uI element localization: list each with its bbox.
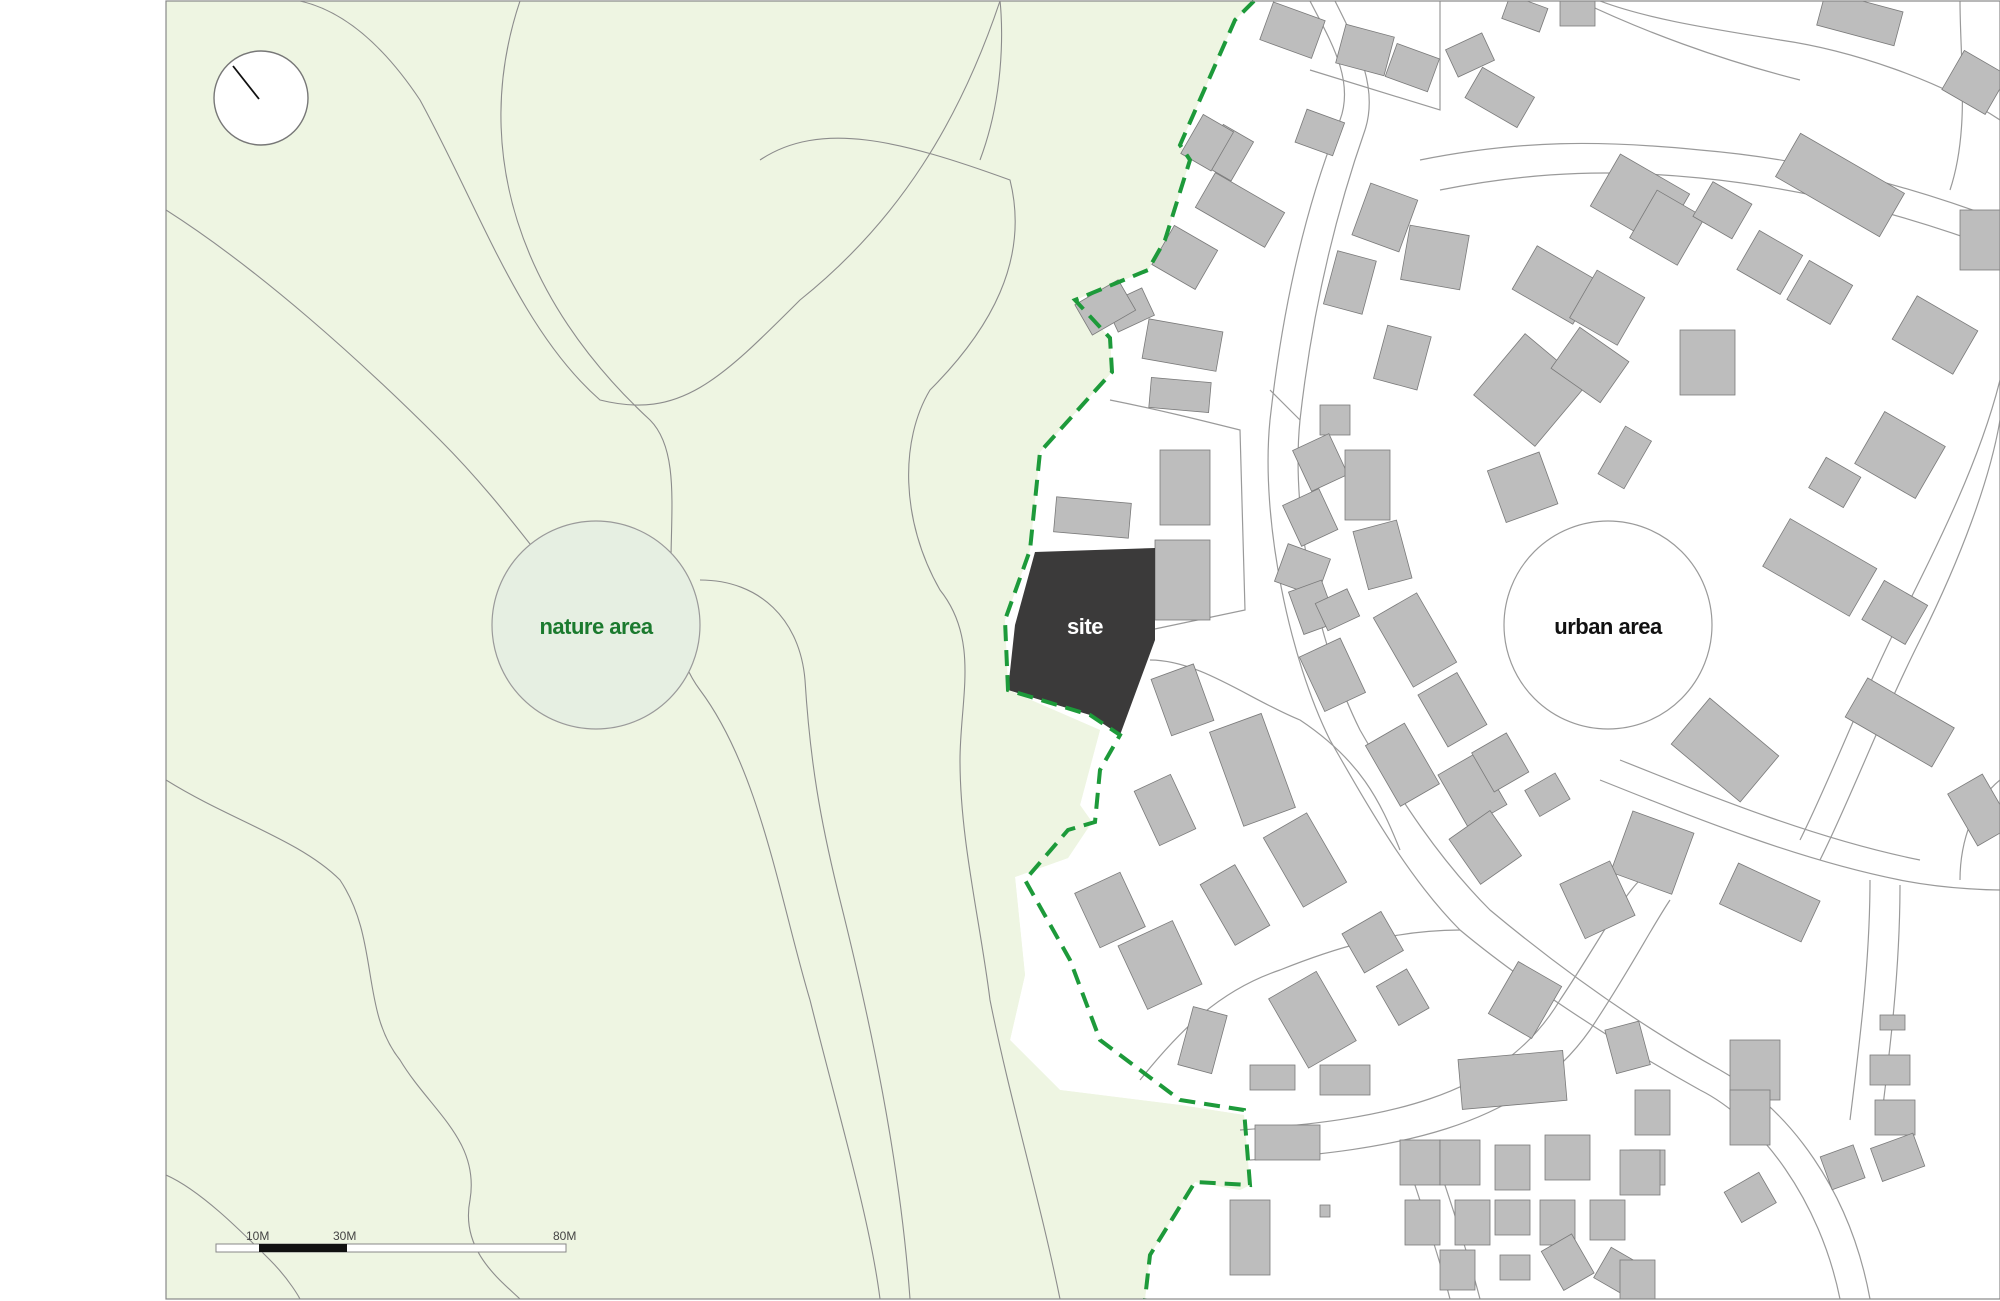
scale-tick-30m: 30M [333, 1229, 356, 1243]
building [1319, 1064, 1371, 1096]
building [1322, 250, 1377, 315]
building [1774, 132, 1906, 238]
building [1544, 1134, 1591, 1181]
building [1141, 318, 1224, 372]
site-plan-map: nature area urban area site 10M 30M 80M [165, 0, 2000, 1300]
building [1154, 539, 1211, 621]
building [1879, 1014, 1906, 1031]
building [1352, 519, 1413, 591]
building [1861, 579, 1929, 645]
building [1074, 871, 1146, 949]
building [1487, 960, 1563, 1040]
building [1159, 449, 1211, 526]
building [1619, 1149, 1661, 1196]
building [1869, 1132, 1926, 1182]
building [1729, 1089, 1771, 1146]
building [1819, 1144, 1866, 1191]
building [1816, 1, 1904, 47]
building [1199, 864, 1271, 946]
building [1262, 812, 1348, 908]
building [1854, 410, 1946, 500]
building [1457, 1050, 1568, 1110]
building [1292, 433, 1349, 492]
building [1399, 1139, 1441, 1186]
building [1053, 496, 1132, 539]
site-label: site [1067, 614, 1103, 639]
building [1209, 712, 1296, 827]
building [1373, 324, 1432, 391]
building [1692, 181, 1753, 240]
building [1177, 1006, 1228, 1075]
building [1610, 810, 1695, 895]
building [1400, 224, 1470, 291]
building [1229, 1199, 1271, 1276]
building [1344, 449, 1391, 521]
building [1762, 518, 1878, 617]
building [1341, 910, 1404, 974]
building [1298, 637, 1367, 713]
building [1282, 488, 1339, 547]
building [1249, 1064, 1296, 1091]
building [1148, 377, 1212, 413]
building [1454, 1199, 1491, 1246]
building [1597, 425, 1653, 490]
building [1439, 1139, 1481, 1186]
building [1634, 1089, 1671, 1136]
building [1679, 329, 1736, 396]
building [1786, 259, 1854, 325]
building [1589, 1199, 1626, 1241]
building [1486, 451, 1559, 524]
building [1448, 809, 1523, 885]
building [1844, 677, 1955, 768]
building [1959, 209, 2000, 271]
building [1723, 1171, 1777, 1224]
urban-area-zone: urban area [1053, 1, 2000, 1299]
building [1150, 663, 1215, 737]
building [1464, 66, 1536, 129]
building [1501, 1, 1549, 33]
scale-tick-10m: 10M [246, 1229, 269, 1243]
building [1133, 773, 1197, 847]
building [1294, 108, 1346, 157]
building [1619, 1259, 1656, 1299]
building [1417, 671, 1488, 748]
building [1736, 229, 1804, 295]
building [1494, 1144, 1531, 1191]
building [1494, 1199, 1531, 1236]
building [1874, 1099, 1916, 1136]
scale-tick-80m: 80M [553, 1229, 576, 1243]
building [1335, 23, 1395, 77]
nature-area-label: nature area [539, 614, 653, 639]
building [1947, 773, 2000, 847]
building [1808, 456, 1862, 509]
building [1524, 772, 1571, 818]
building [1891, 295, 1979, 375]
building [1384, 42, 1440, 93]
building [1375, 968, 1430, 1026]
building [1254, 1124, 1321, 1161]
building [1372, 592, 1458, 688]
building [1604, 1020, 1651, 1075]
building [1499, 1254, 1531, 1281]
north-arrow-icon [213, 50, 309, 146]
building [1268, 970, 1357, 1069]
building [1559, 1, 1596, 27]
building [1439, 1249, 1476, 1291]
building [1718, 862, 1821, 943]
urban-area-label: urban area [1554, 614, 1663, 639]
building [1364, 722, 1440, 807]
building [1319, 1204, 1331, 1218]
building [1941, 49, 2000, 115]
building [1319, 404, 1351, 436]
building [1869, 1054, 1911, 1086]
building [1194, 172, 1286, 248]
building [1404, 1199, 1441, 1246]
